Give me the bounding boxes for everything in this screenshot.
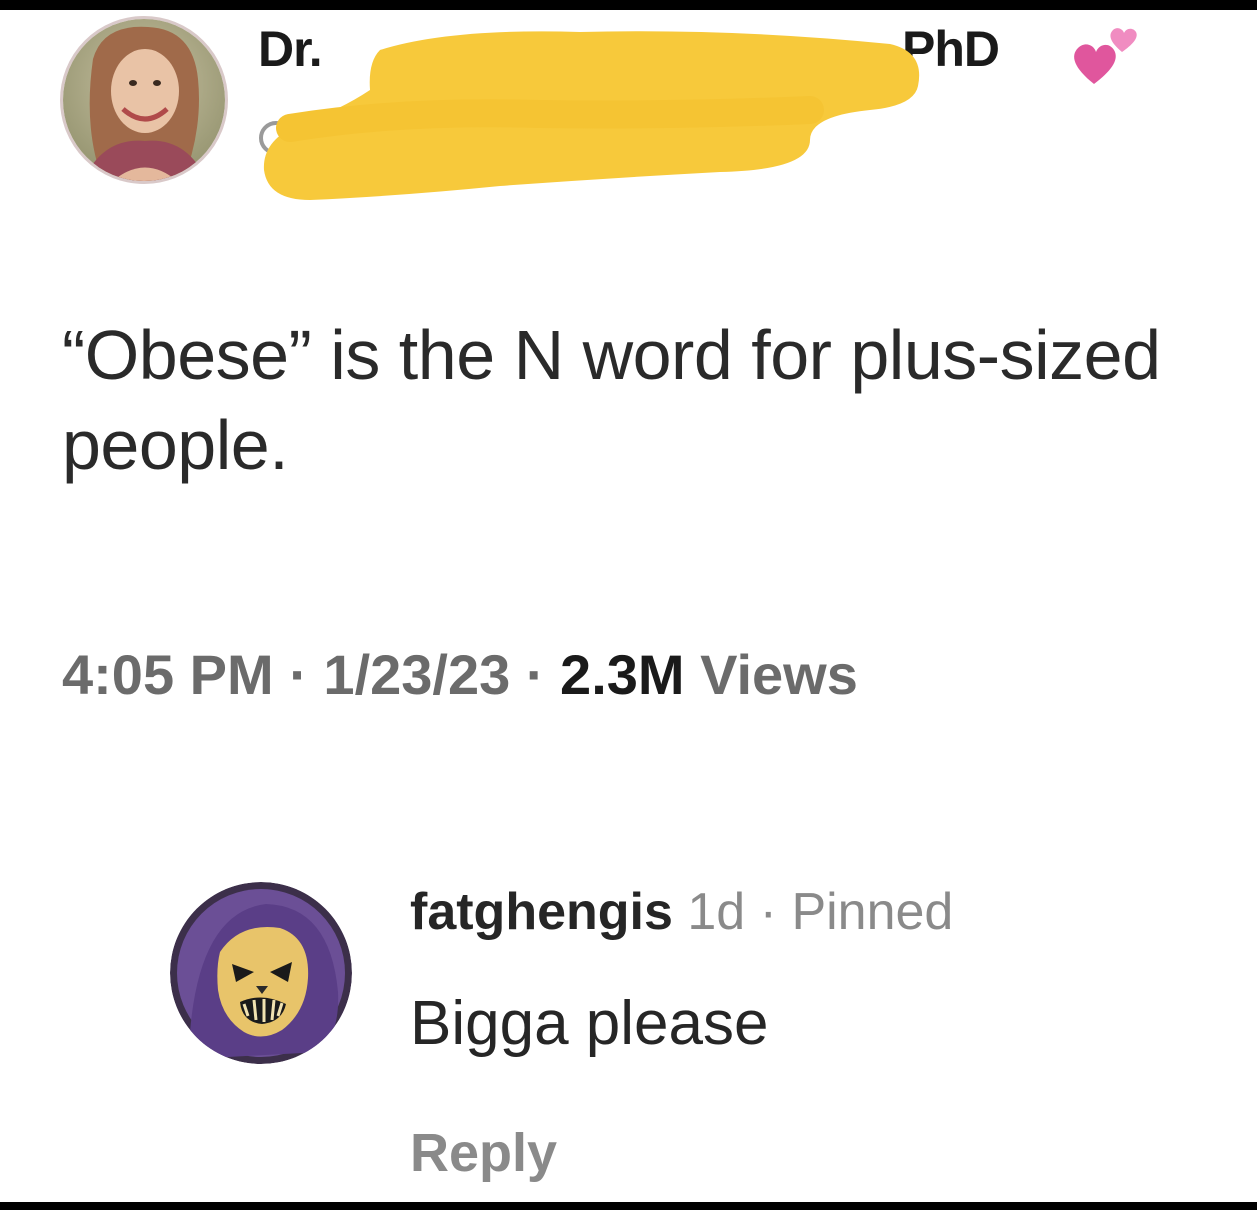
screenshot-canvas: Dr. PhD “Obese” is the N word for plus-s… (0, 10, 1257, 1202)
tweet-time[interactable]: 4:05 PM (62, 643, 274, 706)
comment-header: fatghengis 1d · Pinned (410, 882, 953, 942)
tweet-text: “Obese” is the N word for plus-sized peo… (62, 316, 1161, 484)
reply-button[interactable]: Reply (410, 1122, 557, 1184)
tweet-meta: 4:05 PM · 1/23/23 · 2.3M Views (62, 642, 858, 707)
tweet-date[interactable]: 1/23/23 (323, 643, 510, 706)
meta-separator: · (289, 643, 308, 706)
comment-time: 1d (687, 883, 746, 941)
comment-username[interactable]: fatghengis (410, 883, 673, 941)
comment-separator: · (759, 883, 777, 941)
frame-top (0, 0, 1257, 10)
frame-bottom (0, 1202, 1257, 1210)
commenter-avatar[interactable] (170, 882, 352, 1064)
two-hearts-icon (1074, 28, 1137, 84)
pinned-label: Pinned (791, 883, 954, 941)
comment-text: Bigga please (410, 989, 769, 1058)
redaction-marker (263, 31, 920, 201)
meta-separator: · (525, 643, 545, 706)
skeletor-avatar-icon (170, 882, 352, 1064)
profile-photo-icon (63, 19, 225, 181)
views-label[interactable]: Views (700, 643, 858, 706)
author-avatar[interactable] (60, 16, 228, 184)
views-count[interactable]: 2.3M (560, 643, 685, 706)
